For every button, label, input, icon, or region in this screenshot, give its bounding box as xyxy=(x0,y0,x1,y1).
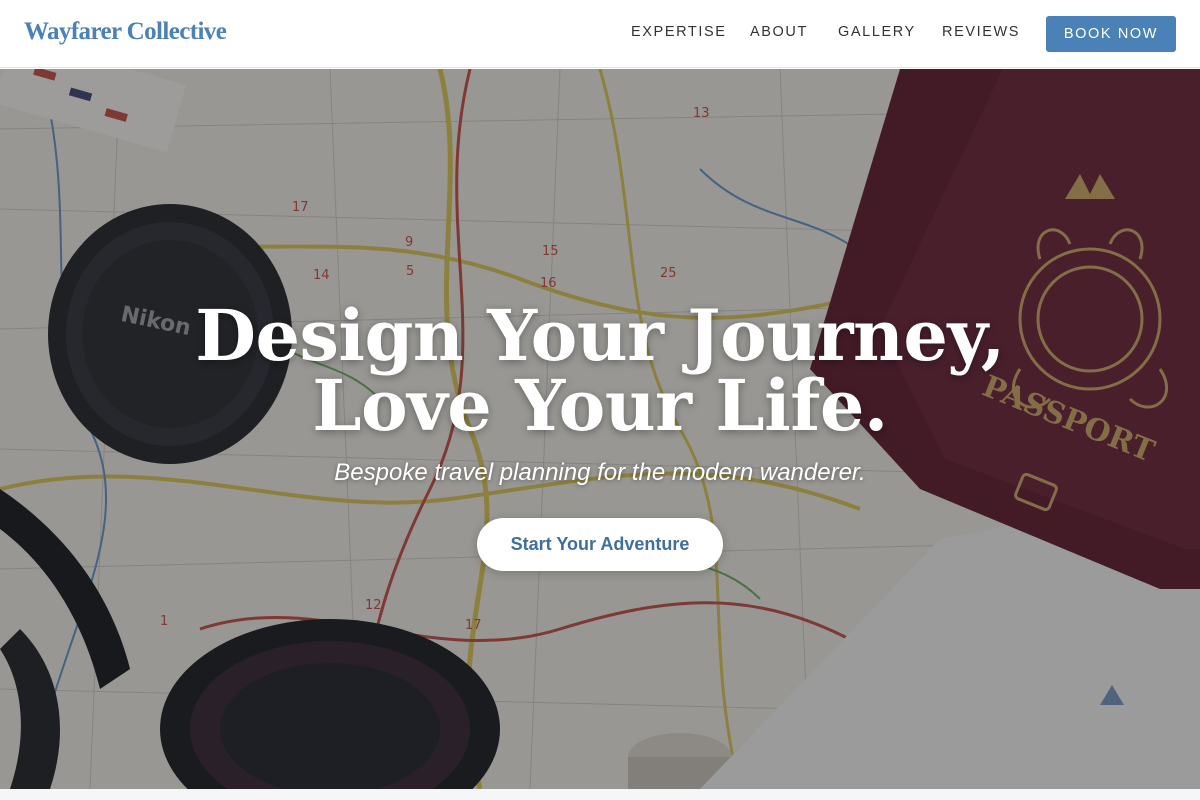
hero-headline-line-2: Love Your Life. xyxy=(312,364,888,447)
hero-tagline: Bespoke travel planning for the modern w… xyxy=(334,459,866,486)
nav-link-reviews[interactable]: REVIEWS xyxy=(942,24,1020,40)
hero-headline-line-1: Design Your Journey, xyxy=(195,294,1005,377)
nav-link-about[interactable]: ABOUT xyxy=(750,24,808,40)
book-now-button[interactable]: BOOK NOW xyxy=(1046,16,1176,52)
nav-link-gallery[interactable]: GALLERY xyxy=(838,24,916,40)
start-adventure-button[interactable]: Start Your Adventure xyxy=(477,518,723,571)
nav-link-expertise[interactable]: EXPERTISE xyxy=(631,24,727,40)
site-header: Wayfarer Collective EXPERTISE ABOUT GALL… xyxy=(0,0,1200,68)
hero-section: 17 14 9 5 15 16 25 13 12 17 1 Nikon PASS… xyxy=(0,69,1200,789)
next-section-edge xyxy=(0,789,1200,800)
brand-logo[interactable]: Wayfarer Collective xyxy=(24,18,227,46)
hero-headline: Design Your Journey, Love Your Life. xyxy=(0,301,1200,441)
